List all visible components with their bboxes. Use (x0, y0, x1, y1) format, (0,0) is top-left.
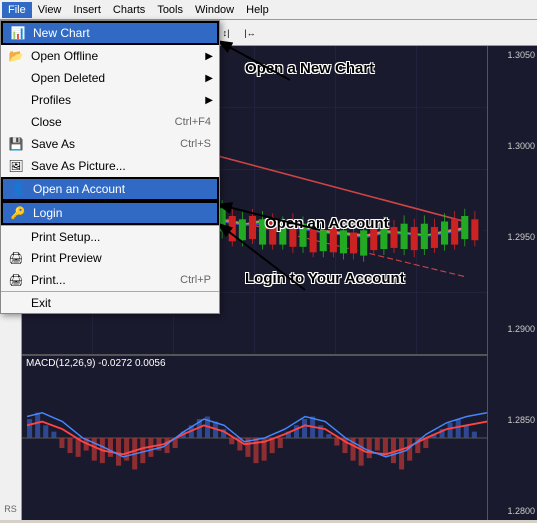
menu-save-as-picture[interactable]: 🖼 Save As Picture... (1, 155, 219, 177)
arrow-icon: ▶ (205, 73, 213, 84)
menu-help[interactable]: Help (240, 2, 275, 18)
menu-print-setup[interactable]: Print Setup... (1, 225, 219, 247)
savepic-icon: 🖼 (7, 157, 25, 175)
print-icon: 🖨 (7, 249, 25, 267)
save-icon: 💾 (7, 135, 25, 153)
price-label-2: 1.3000 (490, 141, 535, 151)
price-label-4: 1.2900 (490, 324, 535, 334)
menu-window[interactable]: Window (189, 2, 240, 18)
menu-view[interactable]: View (32, 2, 68, 18)
key-icon: 🔑 (9, 204, 27, 222)
menu-close[interactable]: Close Ctrl+F4 (1, 111, 219, 133)
print-shortcut: Ctrl+P (180, 274, 211, 286)
menu-exit[interactable]: Exit (1, 291, 219, 313)
toolbar-b7[interactable]: |↔ (239, 22, 261, 44)
price-label-1: 1.3050 (490, 50, 535, 60)
menu-bar: File View Insert Charts Tools Window Hel… (0, 0, 537, 20)
print2-icon: 🖨 (7, 271, 25, 289)
price-label-5: 1.2850 (490, 415, 535, 425)
menu-login[interactable]: 🔑 Login (1, 201, 219, 225)
menu-insert[interactable]: Insert (67, 2, 107, 18)
menu-save-as[interactable]: 💾 Save As Ctrl+S (1, 133, 219, 155)
annot-new-chart: Open a New Chart (245, 60, 374, 77)
person-icon: 👤 (9, 180, 27, 198)
folder-icon: 📂 (7, 47, 25, 65)
macd-chart (22, 356, 487, 520)
menu-open-account[interactable]: 👤 Open an Account (1, 177, 219, 201)
chart-icon: 📊 (9, 24, 27, 42)
price-label-3: 1.2950 (490, 232, 535, 242)
macd-area: MACD(12,26,9) -0.0272 0.0056 (22, 354, 487, 520)
menu-print[interactable]: 🖨 Print... Ctrl+P (1, 269, 219, 291)
annot-login: Login to Your Account (245, 270, 405, 287)
saveas-shortcut: Ctrl+S (180, 138, 211, 150)
menu-charts[interactable]: Charts (107, 2, 151, 18)
price-axis: 1.3050 1.3000 1.2950 1.2900 1.2850 1.280… (487, 46, 537, 520)
menu-open-deleted[interactable]: Open Deleted ▶ (1, 67, 219, 89)
menu-tools[interactable]: Tools (151, 2, 189, 18)
macd-label: MACD(12,26,9) -0.0272 0.0056 (26, 358, 166, 369)
arrow-icon: ▶ (205, 95, 213, 106)
menu-print-preview[interactable]: 🖨 Print Preview (1, 247, 219, 269)
arrow-icon: ▶ (205, 51, 213, 62)
price-label-6: 1.2800 (490, 506, 535, 516)
file-dropdown-menu: 📊 New Chart 📂 Open Offline ▶ Open Delete… (0, 20, 220, 314)
rs-label: RS (4, 504, 17, 518)
menu-profiles[interactable]: Profiles ▶ (1, 89, 219, 111)
menu-new-chart[interactable]: 📊 New Chart (1, 21, 219, 45)
annot-open-account: Open an Account (265, 215, 389, 232)
menu-file[interactable]: File (2, 2, 32, 18)
menu-open-offline[interactable]: 📂 Open Offline ▶ (1, 45, 219, 67)
close-shortcut: Ctrl+F4 (175, 116, 211, 128)
